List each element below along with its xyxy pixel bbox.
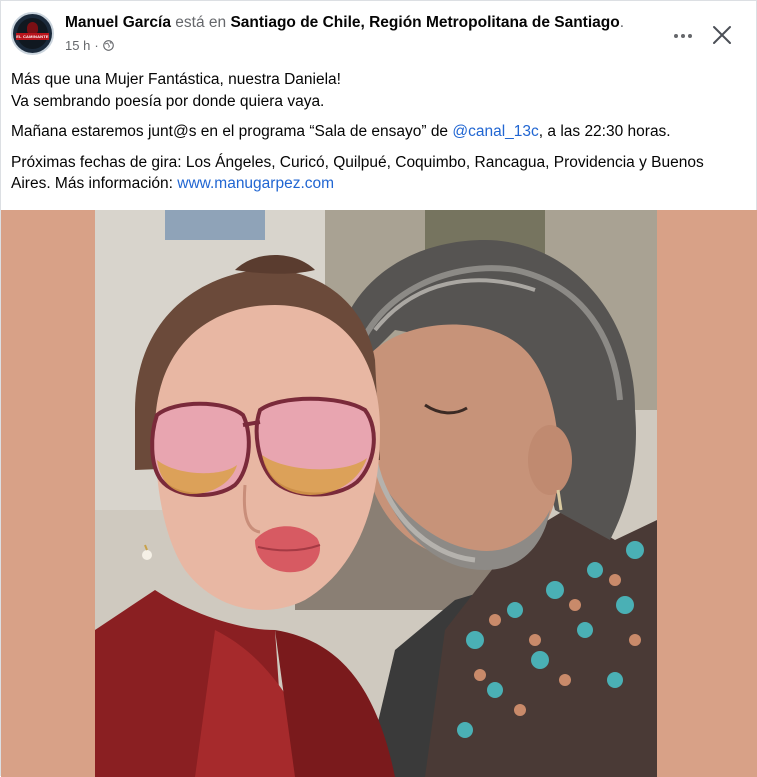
post-title-line: Manuel García está en Santiago de Chile,… xyxy=(65,13,624,33)
text-span: Mañana estaremos junt@s en el programa “… xyxy=(11,123,453,140)
more-options-button[interactable] xyxy=(671,26,695,46)
close-icon[interactable] xyxy=(711,24,733,46)
feed-post: EL CAMINANTE Manuel García está en Santi… xyxy=(0,0,757,777)
text-span: Próximas fechas de gira: Los Ángeles, Cu… xyxy=(11,153,704,193)
post-paragraph: Más que una Mujer Fantástica, nuestra Da… xyxy=(11,69,746,112)
author-name-link[interactable]: Manuel García xyxy=(65,14,171,31)
text-line: Va sembrando poesía por donde quiera vay… xyxy=(11,92,325,110)
post-text: Más que una Mujer Fantástica, nuestra Da… xyxy=(11,69,746,204)
more-horizontal-icon xyxy=(674,34,678,38)
post-timestamp[interactable]: 15 h xyxy=(65,38,90,53)
text-line: Más que una Mujer Fantástica, nuestra Da… xyxy=(11,71,341,88)
post-photo[interactable] xyxy=(95,210,657,777)
post-meta: 15 h · xyxy=(65,38,114,53)
globe-icon[interactable] xyxy=(102,40,114,51)
post-paragraph: Próximas fechas de gira: Los Ángeles, Cu… xyxy=(11,152,746,195)
title-period: . xyxy=(619,14,625,31)
website-link[interactable]: www.manugarpez.com xyxy=(177,175,334,192)
location-link[interactable]: Santiago de Chile, Región Metropolitana … xyxy=(230,14,619,31)
text-span: , a las 22:30 horas. xyxy=(538,123,671,140)
activity-verb: está en xyxy=(175,14,227,31)
mention-link[interactable]: @canal_13c xyxy=(452,123,538,140)
post-header: EL CAMINANTE Manuel García está en Santi… xyxy=(11,11,756,59)
meta-separator: · xyxy=(94,38,99,53)
avatar-logo-text: EL CAMINANTE xyxy=(16,34,49,39)
post-paragraph: Mañana estaremos junt@s en el programa “… xyxy=(11,121,746,143)
post-photo-container[interactable] xyxy=(1,210,757,777)
author-avatar[interactable]: EL CAMINANTE xyxy=(11,12,54,55)
